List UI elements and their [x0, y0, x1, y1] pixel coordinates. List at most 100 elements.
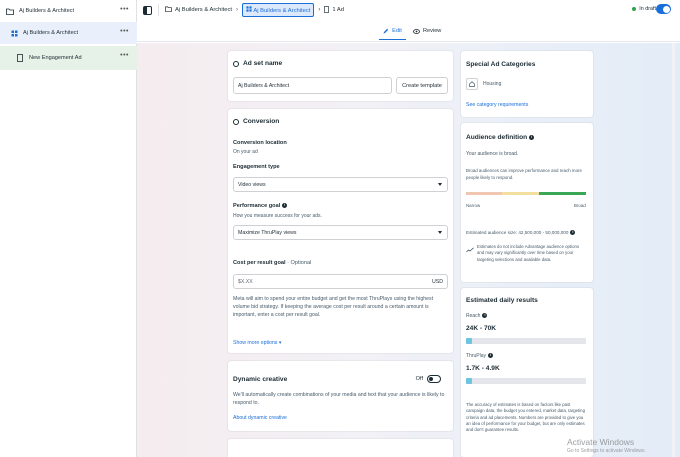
cost-placeholder: $X.XX	[238, 278, 253, 285]
tab-edit[interactable]: Edit	[379, 22, 406, 40]
performance-goal-select[interactable]: Maximize ThruPlay views	[233, 225, 448, 240]
document-icon	[16, 54, 24, 62]
adset-name-input[interactable]: Aj Builders & Architect	[233, 77, 392, 94]
engagement-type-select[interactable]: Video views	[233, 177, 448, 192]
breadcrumb-ad[interactable]: 1 Ad	[332, 7, 344, 13]
eye-icon	[413, 28, 420, 34]
info-icon[interactable]: i	[282, 203, 288, 209]
status-text: In draft	[639, 6, 656, 12]
editor-canvas: Ad set name Aj Builders & Architect Crea…	[137, 43, 680, 457]
dynamic-creative-toggle[interactable]: Off	[416, 375, 441, 383]
adset-name-card: Ad set name Aj Builders & Architect Crea…	[228, 51, 453, 101]
folder-icon	[6, 7, 14, 15]
tab-edit-label: Edit	[392, 27, 402, 34]
estimated-audience-text: Estimated audience size: 42,500,000 - 50…	[466, 230, 569, 235]
performance-goal-label: Performance goal i	[233, 203, 288, 209]
audience-note: Broad audiences can improve performance …	[466, 168, 582, 180]
dynamic-creative-description: We'll automatically create combinations …	[233, 392, 445, 406]
breadcrumb-adset[interactable]: Aj Builders & Architect	[242, 3, 315, 17]
audience-disclaimer: Estimates do not include Advantage audie…	[477, 244, 580, 262]
grid-icon	[246, 6, 252, 12]
chevron-right-icon: ›	[236, 7, 239, 13]
publish-toggle[interactable]	[656, 4, 671, 14]
currency-label: USD	[432, 279, 443, 285]
toggle-sidebar-icon[interactable]	[143, 5, 152, 15]
nav-item-label: New Engagement Ad	[29, 55, 82, 61]
cost-label-text: Cost per result goal	[233, 260, 286, 266]
status-badge: In draft	[632, 6, 656, 12]
watermark-title: Activate Windows	[567, 437, 635, 447]
nav-item-label: Aj Builders & Architect	[19, 8, 75, 14]
trend-icon	[466, 247, 474, 255]
conversion-location-value: On your ad	[233, 149, 258, 155]
special-ad-categories-card: Special Ad Categories Housing See catego…	[461, 51, 593, 117]
reach-bar-fill	[466, 338, 472, 344]
reach-value: 24K - 70K	[466, 325, 497, 332]
divider	[158, 4, 159, 16]
info-icon[interactable]: i	[488, 353, 494, 359]
check-circle-icon	[233, 118, 239, 125]
scrollbar[interactable]	[672, 43, 675, 457]
special-categories-title: Special Ad Categories	[466, 61, 536, 68]
more-options-icon[interactable]: •••	[120, 6, 129, 13]
cost-per-result-input[interactable]: $X.XX USD	[233, 274, 448, 289]
housing-label: Housing	[483, 81, 502, 87]
bid-description: Meta will aim to spend your entire budge…	[233, 296, 434, 318]
reach-label: Reach i	[466, 313, 488, 319]
nav-item-ad[interactable]: New Engagement Ad •••	[0, 46, 137, 70]
narrow-label: Narrow	[466, 203, 481, 208]
create-template-button[interactable]: Create template	[396, 77, 448, 94]
audience-status: Your audience is broad.	[466, 151, 519, 157]
breadcrumb: Aj Builders & Architect › Aj Builders & …	[165, 3, 344, 17]
dynamic-creative-card: Dynamic creative Off We'll automatically…	[228, 361, 453, 431]
reach-label-text: Reach	[466, 313, 481, 319]
performance-goal-text: Performance goal	[233, 203, 281, 209]
more-options-icon[interactable]: •••	[120, 52, 129, 59]
cost-per-result-label: Cost per result goal · Optional	[233, 260, 311, 266]
thruplay-bar	[466, 378, 586, 384]
show-more-options-link[interactable]: Show more options ▾	[233, 340, 281, 346]
next-section-card	[228, 439, 453, 457]
conversion-location-label: Conversion location	[233, 140, 287, 146]
watermark-subtitle: Go to Settings to activate Windows.	[567, 448, 646, 454]
thruplay-label: ThruPlay i	[466, 353, 494, 359]
chevron-right-icon: ›	[318, 7, 321, 13]
tab-review-label: Review	[423, 28, 442, 34]
toggle-switch	[427, 375, 441, 383]
chevron-down-icon	[438, 183, 442, 186]
house-icon	[466, 78, 478, 90]
engagement-type-label: Engagement type	[233, 164, 280, 170]
status-dot	[632, 7, 637, 11]
info-icon[interactable]: i	[570, 230, 576, 236]
info-icon[interactable]: i	[482, 313, 488, 319]
nav-item-label: Aj Builders & Architect	[23, 30, 79, 36]
audience-title: Audience definition i	[466, 134, 535, 141]
about-dynamic-creative-link[interactable]: About dynamic creative	[233, 415, 287, 421]
conversion-card: Conversion Conversion location On your a…	[228, 109, 453, 353]
folder-icon	[165, 6, 172, 14]
document-icon	[324, 5, 330, 15]
reach-bar	[466, 338, 586, 344]
breadcrumb-adset-label: Aj Builders & Architect	[253, 8, 311, 14]
performance-goal-value: Maximize ThruPlay views	[238, 229, 297, 236]
nav-item-campaign[interactable]: Aj Builders & Architect •••	[0, 0, 137, 22]
estimated-daily-results-card: Estimated daily results Reach i 24K - 70K…	[461, 288, 593, 457]
more-options-icon[interactable]: •••	[120, 28, 129, 35]
tab-review[interactable]: Review	[413, 22, 441, 40]
engagement-type-value: Video views	[238, 181, 266, 188]
thruplay-value: 1.7K - 4.9K	[466, 365, 500, 372]
info-icon[interactable]: i	[529, 134, 535, 140]
estimated-audience-size: Estimated audience size: 42,500,000 - 50…	[466, 230, 576, 236]
section-title: Ad set name	[243, 60, 283, 67]
top-bar: Aj Builders & Architect › Aj Builders & …	[137, 0, 680, 20]
activate-windows-watermark: Activate Windows Go to Settings to activ…	[567, 437, 646, 454]
breadcrumb-campaign[interactable]: Aj Builders & Architect	[175, 7, 232, 13]
nav-item-adset[interactable]: Aj Builders & Architect •••	[0, 22, 137, 44]
toggle-state: Off	[415, 376, 423, 382]
category-requirements-link[interactable]: See category requirements	[466, 102, 528, 108]
performance-goal-subtext: How you measure success for your ads.	[233, 213, 322, 219]
chevron-down-icon	[438, 231, 442, 234]
daily-results-disclaimer: The accuracy of estimates is based on fa…	[466, 402, 585, 433]
audience-meter	[466, 192, 586, 195]
dynamic-creative-title: Dynamic creative	[233, 376, 288, 383]
